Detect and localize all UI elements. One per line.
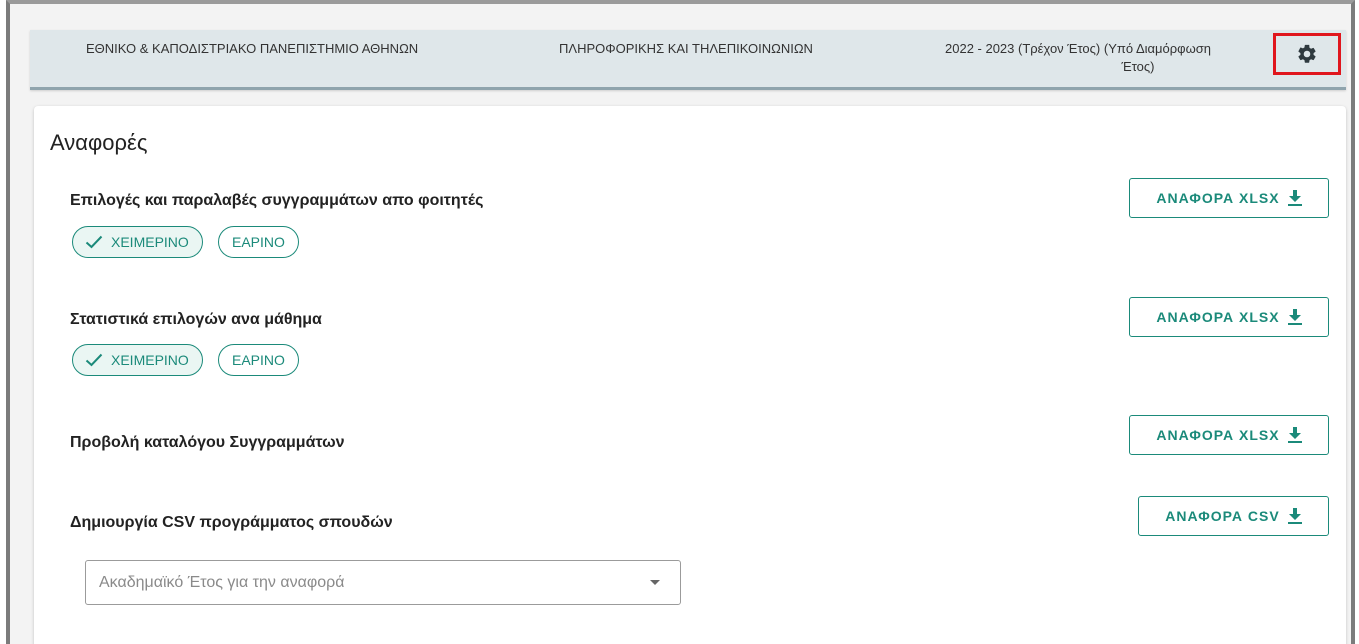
- reports-card: Αναφορές Επιλογές και παραλαβές συγγραμμ…: [34, 106, 1346, 644]
- button-label: ΑΝΑΦΟΡΑ XLSX: [1156, 190, 1280, 206]
- page-title: Αναφορές: [50, 130, 148, 155]
- button-label: ΑΝΑΦΟΡΑ XLSX: [1156, 427, 1280, 443]
- chip-winter-2[interactable]: ΧΕΙΜΕΡΙΝΟ: [72, 344, 203, 376]
- chip-spring-1[interactable]: ΕΑΡΙΝΟ: [218, 226, 299, 258]
- chip-spring-2[interactable]: ΕΑΡΙΝΟ: [218, 344, 299, 376]
- xlsx-report-button-2[interactable]: ΑΝΑΦΟΡΑ XLSX: [1129, 297, 1329, 337]
- report-title-selections: Επιλογές και παραλαβές συγγραμμάτων απο …: [70, 192, 484, 209]
- button-label: ΑΝΑΦΟΡΑ XLSX: [1156, 309, 1280, 325]
- download-icon: [1287, 508, 1302, 524]
- university-name: ΕΘΝΙΚΟ & ΚΑΠΟΔΙΣΤΡΙΑΚΟ ΠΑΝΕΠΙΣΤΗΜΙΟ ΑΘΗΝ…: [86, 41, 419, 56]
- top-info-bar: ΕΘΝΙΚΟ & ΚΑΠΟΔΙΣΤΡΙΑΚΟ ΠΑΝΕΠΙΣΤΗΜΙΟ ΑΘΗΝ…: [30, 30, 1346, 90]
- chip-label: ΧΕΙΜΕΡΙΝΟ: [111, 352, 189, 368]
- check-icon: [85, 235, 103, 249]
- settings-button[interactable]: [1273, 33, 1341, 75]
- xlsx-report-button-3[interactable]: ΑΝΑΦΟΡΑ XLSX: [1129, 415, 1329, 455]
- gear-icon: [1298, 44, 1316, 63]
- report-title-curriculum-csv: Δημιουργία CSV προγράμματος σπουδών: [70, 514, 393, 531]
- csv-report-button[interactable]: ΑΝΑΦΟΡΑ CSV: [1138, 496, 1329, 536]
- caret-down-icon: [650, 580, 660, 585]
- select-placeholder: Ακαδημαϊκό Έτος για την αναφορά: [99, 573, 345, 591]
- download-icon: [1287, 190, 1302, 206]
- download-icon: [1287, 309, 1302, 325]
- download-icon: [1287, 427, 1302, 443]
- academic-year-line2: Έτος): [1121, 59, 1155, 74]
- window-frame: ΕΘΝΙΚΟ & ΚΑΠΟΔΙΣΤΡΙΑΚΟ ΠΑΝΕΠΙΣΤΗΜΙΟ ΑΘΗΝ…: [6, 0, 1355, 644]
- department-name: ΠΛΗΡΟΦΟΡΙΚΗΣ ΚΑΙ ΤΗΛΕΠΙΚΟΙΝΩΝΙΩΝ: [559, 41, 813, 56]
- xlsx-report-button-1[interactable]: ΑΝΑΦΟΡΑ XLSX: [1129, 178, 1329, 218]
- report-title-catalog: Προβολή καταλόγου Συγγραμμάτων: [70, 434, 345, 451]
- report-title-statistics: Στατιστικά επιλογών ανα μάθημα: [70, 311, 322, 328]
- academic-year-line1: 2022 - 2023 (Τρέχον Έτος) (Υπό Διαμόρφωσ…: [945, 41, 1211, 56]
- chip-label: ΧΕΙΜΕΡΙΝΟ: [111, 234, 189, 250]
- chip-label: ΕΑΡΙΝΟ: [232, 234, 285, 250]
- academic-year-select[interactable]: Ακαδημαϊκό Έτος για την αναφορά: [85, 560, 681, 605]
- button-label: ΑΝΑΦΟΡΑ CSV: [1165, 508, 1280, 524]
- chip-label: ΕΑΡΙΝΟ: [232, 352, 285, 368]
- chip-winter-1[interactable]: ΧΕΙΜΕΡΙΝΟ: [72, 226, 203, 258]
- check-icon: [85, 353, 103, 367]
- academic-year: 2022 - 2023 (Τρέχον Έτος) (Υπό Διαμόρφωσ…: [918, 40, 1238, 76]
